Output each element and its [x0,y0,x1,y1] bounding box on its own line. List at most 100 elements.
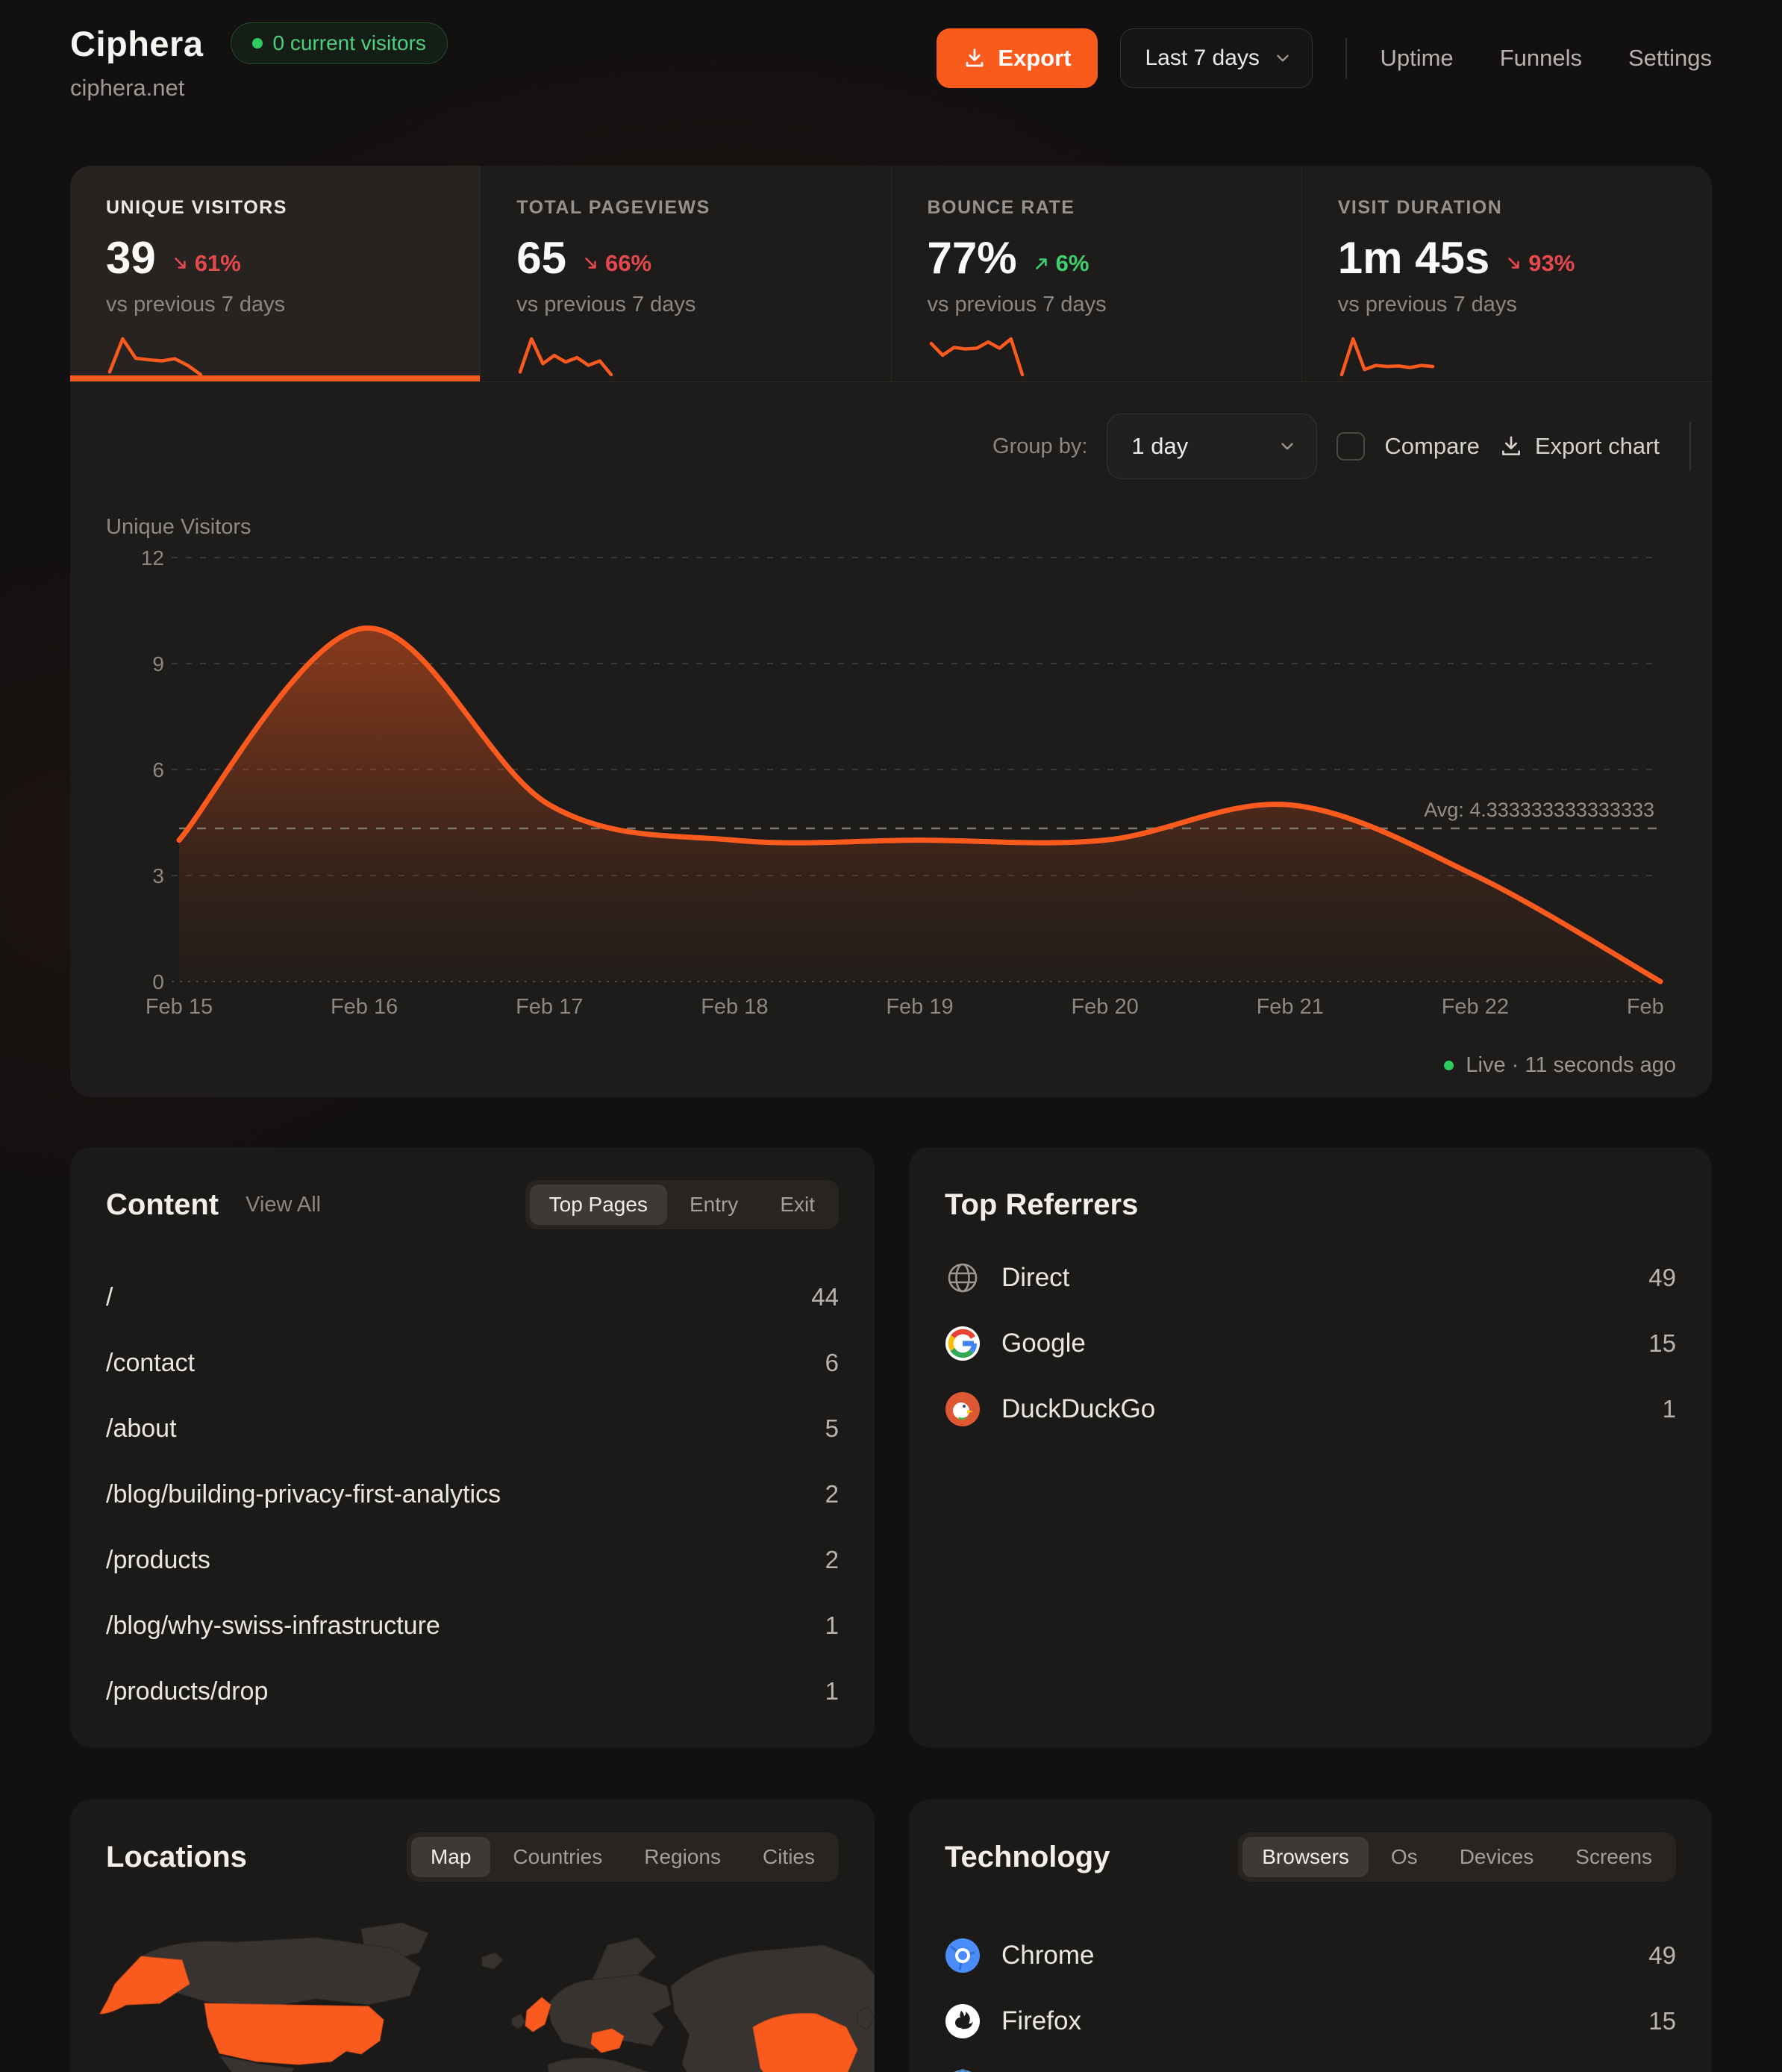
stat-delta: 93% [1504,250,1575,277]
stat-card-total-pageviews[interactable]: TOTAL PAGEVIEWS 65 66% vs previous 7 day… [481,166,891,381]
trend-down-icon [171,254,190,273]
browser-row[interactable]: Chrome49 [945,1923,1676,1988]
content-row[interactable]: /blog/why-swiss-infrastructure1 [106,1593,839,1658]
download-icon [1499,434,1523,458]
content-row[interactable]: /products/drop1 [106,1658,839,1724]
top-referrers-card: Top Referrers Direct49 Google15 [909,1147,1712,1747]
site-domain: ciphera.net [70,75,448,102]
referrer-rows: Direct49 Google15 [945,1245,1676,1442]
country-united-states [204,2003,384,2065]
tab-screens[interactable]: Screens [1556,1837,1672,1877]
referrers-title: Top Referrers [945,1188,1138,1222]
live-dot-icon [252,38,263,49]
content-row[interactable]: /blog/building-privacy-first-analytics2 [106,1461,839,1527]
stat-card-visit-duration[interactable]: VISIT DURATION 1m 45s 93% vs previous 7 … [1302,166,1712,381]
map-iceland [482,1953,503,1969]
tab-devices[interactable]: Devices [1440,1837,1554,1877]
country-united-kingdom [525,1997,551,2032]
country-alaska [100,1956,190,2014]
trend-down-icon [1504,254,1524,273]
page-title: Ciphera [70,23,204,64]
svg-text:9: 9 [152,652,164,675]
stat-value: 39 [106,232,156,284]
map-scandinavia [593,1938,656,1979]
technology-tabs: Browsers Os Devices Screens [1238,1832,1676,1882]
content-row[interactable]: /contact6 [106,1330,839,1396]
trend-down-icon [581,254,601,273]
content-tabs: Top Pages Entry Exit [525,1180,839,1229]
svg-text:3: 3 [152,864,164,887]
locations-title: Locations [106,1841,247,1874]
header-left: Ciphera 0 current visitors ciphera.net [70,22,448,102]
chevron-down-icon [1278,437,1297,456]
content-row[interactable]: /44 [106,1264,839,1330]
tab-exit[interactable]: Exit [760,1185,834,1225]
stat-value: 65 [516,232,566,284]
header: Ciphera 0 current visitors ciphera.net E… [70,22,1712,102]
svg-text:Feb 16: Feb 16 [331,995,398,1019]
globe-icon [945,1260,981,1296]
nav-item-uptime[interactable]: Uptime [1380,45,1453,72]
svg-text:Feb 15: Feb 15 [146,995,213,1019]
tab-browsers[interactable]: Browsers [1242,1837,1369,1877]
content-row[interactable]: /about5 [106,1396,839,1461]
tab-entry[interactable]: Entry [670,1185,757,1225]
svg-text:Avg: 4.333333333333333: Avg: 4.333333333333333 [1424,799,1654,821]
current-visitors-label: 0 current visitors [273,31,426,55]
stat-delta: 66% [581,250,651,277]
group-by-label: Group by: [992,434,1087,459]
tab-regions[interactable]: Regions [625,1837,740,1877]
referrer-row[interactable]: Google15 [945,1311,1676,1376]
nav-item-funnels[interactable]: Funnels [1500,45,1582,72]
export-button[interactable]: Export [937,28,1098,88]
stats-row: UNIQUE VISITORS 39 61% vs previous 7 day… [70,166,1712,382]
svg-text:Feb 17: Feb 17 [516,995,583,1019]
chart-controls: Group by: 1 day Compare Export chart [992,414,1691,479]
group-by-select[interactable]: 1 day [1107,414,1317,479]
export-chart-button[interactable]: Export chart [1499,433,1660,460]
referrer-row[interactable]: DuckDuckGo1 [945,1376,1676,1442]
chrome-icon [945,1938,981,1973]
header-right: Export Last 7 days Uptime Funnels Settin… [937,22,1712,94]
stat-card-bounce-rate[interactable]: BOUNCE RATE 77% 6% vs previous 7 days [892,166,1302,381]
trend-up-icon [1032,254,1051,273]
svg-text:Feb 22: Feb 22 [1442,995,1509,1019]
svg-text:Feb 23: Feb 23 [1627,995,1666,1019]
technology-title: Technology [945,1841,1110,1874]
date-range-select[interactable]: Last 7 days [1120,28,1313,88]
browser-icon-partial [945,2069,981,2072]
sparkline [106,335,204,378]
view-all-link[interactable]: View All [246,1193,321,1217]
world-map[interactable] [70,1889,875,2072]
stat-delta: 61% [171,250,241,277]
live-dot-icon [1444,1061,1454,1070]
tab-os[interactable]: Os [1372,1837,1437,1877]
download-icon [963,47,986,69]
svg-text:0: 0 [152,970,164,993]
tab-countries[interactable]: Countries [493,1837,622,1877]
svg-text:Feb 20: Feb 20 [1071,995,1138,1019]
header-divider [1345,38,1347,78]
stat-value: 77% [928,232,1017,284]
svg-text:Feb 19: Feb 19 [886,995,953,1019]
analytics-card: UNIQUE VISITORS 39 61% vs previous 7 day… [70,166,1712,1097]
tab-cities[interactable]: Cities [743,1837,834,1877]
google-icon [945,1326,981,1361]
sparkline [928,335,1026,378]
compare-label[interactable]: Compare [1384,433,1480,460]
duckduckgo-icon [945,1391,981,1427]
browser-row-partial[interactable] [945,2054,1676,2072]
nav-item-settings[interactable]: Settings [1628,45,1712,72]
controls-divider [1689,422,1691,471]
browser-row[interactable]: Firefox15 [945,1988,1676,2054]
unique-visitors-chart[interactable]: 036912Feb 15Feb 16Feb 17Feb 18Feb 19Feb … [99,530,1666,1037]
tab-map[interactable]: Map [411,1837,490,1877]
sparkline [516,335,615,378]
tab-top-pages[interactable]: Top Pages [530,1185,667,1225]
stat-card-unique-visitors[interactable]: UNIQUE VISITORS 39 61% vs previous 7 day… [70,166,481,381]
referrer-row[interactable]: Direct49 [945,1245,1676,1311]
compare-checkbox[interactable] [1336,432,1365,461]
chevron-down-icon [1273,49,1292,68]
content-row[interactable]: /products2 [106,1527,839,1593]
technology-card: Technology Browsers Os Devices Screens C… [909,1800,1712,2072]
